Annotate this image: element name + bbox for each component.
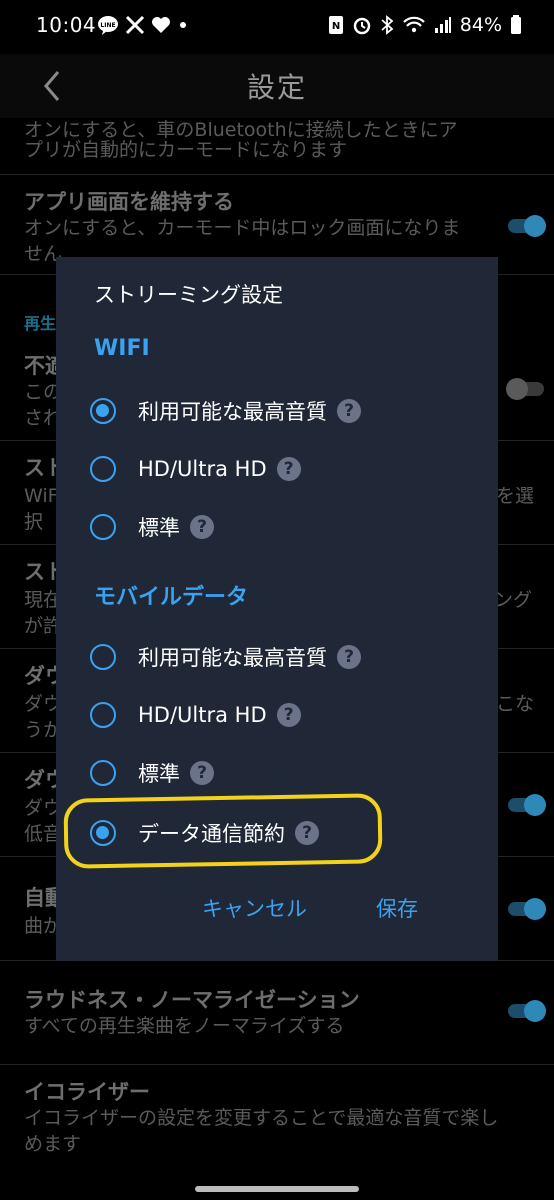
- keep-screen-toggle[interactable]: [508, 215, 546, 237]
- option-label: 利用可能な最高音質: [138, 400, 327, 424]
- option-label: 標準: [138, 516, 180, 540]
- dialog-title: ストリーミング設定: [94, 283, 283, 307]
- radio-selected[interactable]: [90, 398, 116, 424]
- mobile-option-hd[interactable]: HD/Ultra HD ?: [90, 695, 301, 735]
- setting-title: イコライザー: [24, 1080, 150, 1104]
- app-bar: 設定: [0, 54, 554, 118]
- system-icons: N 84%: [328, 14, 522, 36]
- setting-desc: を選: [496, 485, 535, 507]
- notification-icons: LINE: [97, 15, 189, 35]
- radio-unselected[interactable]: [90, 644, 116, 670]
- help-icon[interactable]: ?: [276, 703, 301, 727]
- option-label: HD/Ultra HD: [138, 457, 267, 481]
- wifi-option-standard[interactable]: 標準 ?: [90, 507, 214, 547]
- status-bar: 10:04 LINE N 84%: [0, 0, 554, 54]
- alarm-icon: [353, 17, 371, 35]
- setting-desc: すべての再生楽曲をノーマライズする: [24, 1015, 345, 1037]
- radio-unselected[interactable]: [90, 456, 116, 482]
- line-icon: LINE: [98, 16, 118, 35]
- setting-row-equalizer[interactable]: イコライザー イコライザーの設定を変更することで最適な音質で楽し めます: [0, 1064, 554, 1164]
- setting-desc: プリが自動的にカーモードになります: [24, 139, 348, 161]
- setting-desc: こな: [496, 693, 535, 715]
- help-icon[interactable]: ?: [190, 761, 214, 785]
- help-icon[interactable]: ?: [190, 515, 214, 539]
- svg-text:LINE: LINE: [100, 22, 115, 29]
- autoplay-toggle[interactable]: [508, 898, 546, 920]
- wifi-icon: [402, 16, 425, 33]
- battery-icon: [511, 15, 521, 34]
- option-label: 利用可能な最高音質: [138, 646, 327, 670]
- x-icon: [125, 15, 145, 35]
- help-icon[interactable]: ?: [337, 399, 361, 423]
- radio-unselected[interactable]: [90, 514, 116, 540]
- loudness-toggle[interactable]: [508, 1000, 546, 1022]
- explicit-toggle[interactable]: [506, 378, 544, 400]
- setting-title: アプリ画面を維持する: [24, 190, 234, 214]
- section-label-playback: 再生: [24, 314, 57, 333]
- wifi-section-label: WIFI: [94, 336, 150, 361]
- setting-title: ラウドネス・ノーマライゼーション: [24, 988, 360, 1012]
- gesture-nav-handle[interactable]: [195, 1186, 359, 1192]
- setting-desc: オンにすると、カーモード中はロック画面になりま: [24, 217, 461, 239]
- setting-desc: めます: [24, 1133, 82, 1155]
- heart-icon: [152, 17, 170, 33]
- cancel-button[interactable]: キャンセル: [202, 893, 307, 923]
- mobile-option-standard[interactable]: 標準 ?: [90, 753, 214, 793]
- nfc-icon: N: [328, 16, 343, 34]
- setting-desc: イコライザーの設定を変更することで最適な音質で楽し: [24, 1107, 499, 1129]
- mobile-section-label: モバイルデータ: [94, 585, 249, 610]
- wifi-option-hd[interactable]: HD/Ultra HD ?: [90, 449, 301, 489]
- download-toggle[interactable]: [508, 794, 546, 816]
- status-time: 10:04: [36, 13, 97, 37]
- setting-desc: ング: [494, 589, 533, 611]
- radio-unselected[interactable]: [90, 702, 116, 728]
- option-label: 標準: [138, 762, 180, 786]
- mobile-option-best[interactable]: 利用可能な最高音質 ?: [90, 637, 361, 677]
- setting-desc: 択: [24, 511, 44, 533]
- svg-text:N: N: [332, 21, 340, 32]
- setting-row-car-mode-auto[interactable]: オンにすると、車のBluetoothに接続したときにア プリが自動的にカーモード…: [0, 118, 554, 175]
- highlight-annotation: [63, 793, 383, 869]
- save-button[interactable]: 保存: [376, 893, 418, 923]
- page-title: 設定: [246, 71, 307, 104]
- help-icon[interactable]: ?: [276, 457, 301, 481]
- signal-icon: [434, 17, 451, 33]
- option-label: HD/Ultra HD: [138, 703, 267, 727]
- help-icon[interactable]: ?: [337, 645, 361, 669]
- setting-row-loudness[interactable]: ラウドネス・ノーマライゼーション すべての再生楽曲をノーマライズする: [0, 960, 554, 1065]
- dot-icon: [180, 22, 186, 28]
- radio-unselected[interactable]: [90, 760, 116, 786]
- battery-percent: 84%: [459, 14, 502, 36]
- wifi-option-best[interactable]: 利用可能な最高音質 ?: [90, 391, 361, 431]
- bluetooth-icon: [381, 15, 394, 35]
